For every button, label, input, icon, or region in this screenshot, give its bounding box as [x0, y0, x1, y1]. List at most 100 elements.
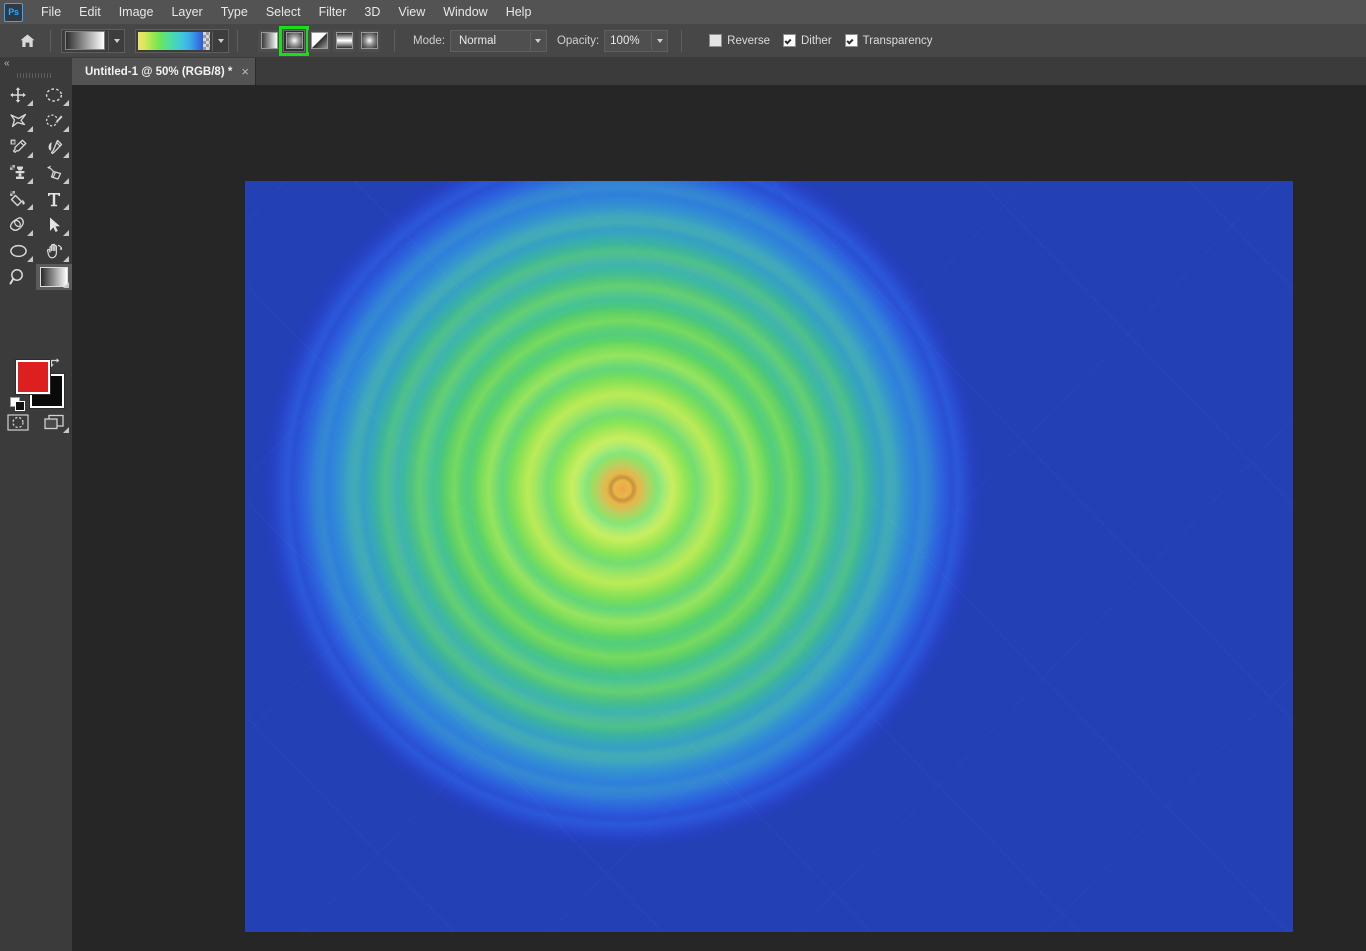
- photoshop-logo-icon: Ps: [4, 3, 23, 22]
- menu-item-view[interactable]: View: [389, 0, 434, 24]
- dither-label: Dither: [801, 35, 832, 47]
- options-bar: Mode: Normal Opacity: 100% Reverse Dithe…: [0, 24, 1366, 58]
- menu-item-help[interactable]: Help: [497, 0, 541, 24]
- home-button[interactable]: [12, 28, 42, 54]
- gradient-preset-picker[interactable]: [135, 29, 229, 53]
- tools-list: [0, 82, 72, 290]
- opacity-field[interactable]: 100%: [604, 30, 668, 52]
- tool-flyout-indicator: [27, 204, 33, 210]
- clone-stamp-tool-button[interactable]: [0, 160, 36, 186]
- checkbox-box: [783, 34, 796, 47]
- tools-panel: «: [0, 57, 73, 951]
- pen-tool-button[interactable]: [0, 212, 36, 238]
- eyedropper-tool-button[interactable]: [0, 134, 36, 160]
- opacity-value[interactable]: 100%: [605, 35, 644, 47]
- tool-flyout-indicator: [63, 256, 69, 262]
- move-tool-button[interactable]: [0, 82, 36, 108]
- zoom-tool-button[interactable]: [0, 264, 36, 290]
- quick-selection-tool-button[interactable]: [36, 108, 72, 134]
- spot-healing-brush-tool-button[interactable]: [36, 134, 72, 160]
- elliptical-marquee-tool-button[interactable]: [36, 82, 72, 108]
- quick-mask-button[interactable]: [0, 409, 36, 435]
- diamond-gradient-button[interactable]: [358, 30, 380, 52]
- ellipse-tool-icon: [9, 243, 28, 259]
- dither-checkbox[interactable]: Dither: [783, 34, 832, 47]
- quick-mask-icon: [7, 414, 29, 431]
- tool-row: [0, 134, 72, 160]
- menu-item-edit[interactable]: Edit: [70, 0, 110, 24]
- gradient-tool-button[interactable]: [36, 264, 72, 290]
- menu-item-filter[interactable]: Filter: [310, 0, 356, 24]
- ellipse-tool-button[interactable]: [0, 238, 36, 264]
- menu-item-file[interactable]: File: [32, 0, 70, 24]
- tool-row: [0, 212, 72, 238]
- menu-item-3d[interactable]: 3D: [355, 0, 389, 24]
- tool-row: [0, 186, 72, 212]
- tool-row: [0, 238, 72, 264]
- collapse-panel-button[interactable]: «: [4, 58, 9, 69]
- document-canvas[interactable]: [245, 181, 1293, 932]
- gradient-swatch-picker[interactable]: [61, 29, 125, 53]
- menu-item-select[interactable]: Select: [257, 0, 310, 24]
- menu-item-window[interactable]: Window: [434, 0, 496, 24]
- blend-mode-select[interactable]: Normal: [450, 30, 547, 52]
- swap-colors-icon: [48, 357, 62, 370]
- canvas-work-area[interactable]: [72, 85, 1366, 951]
- screen-mode-button[interactable]: [36, 409, 72, 435]
- home-icon: [19, 33, 36, 49]
- tool-flyout-indicator: [63, 126, 69, 132]
- swap-colors-button[interactable]: [48, 357, 62, 370]
- reflected-gradient-button[interactable]: [333, 30, 355, 52]
- eyedropper-tool-icon: [9, 138, 28, 156]
- foreground-color-swatch[interactable]: [16, 360, 50, 394]
- options-divider-3: [394, 30, 395, 52]
- default-colors-button[interactable]: [10, 395, 25, 410]
- eraser-tool-icon: [45, 164, 64, 182]
- photoshop-window: Ps File Edit Image Layer Type Select Fil…: [0, 0, 1366, 951]
- tools-bottom-group: [0, 409, 72, 435]
- quick-selection-tool-icon: [45, 112, 64, 130]
- linear-gradient-icon: [261, 32, 278, 49]
- options-divider-2: [237, 30, 238, 52]
- reflected-gradient-icon: [336, 32, 353, 49]
- chevron-down-icon: [535, 39, 541, 43]
- eraser-tool-button[interactable]: [36, 160, 72, 186]
- angle-gradient-icon: [311, 32, 328, 49]
- screen-mode-icon: [43, 414, 65, 431]
- hand-tool-button[interactable]: [36, 238, 72, 264]
- tool-flyout-indicator: [63, 100, 69, 106]
- type-tool-button[interactable]: [36, 186, 72, 212]
- menu-item-image[interactable]: Image: [110, 0, 163, 24]
- radial-gradient-button[interactable]: [283, 30, 305, 52]
- tools-panel-drag-handle[interactable]: [17, 73, 53, 78]
- checkbox-box: [709, 34, 722, 47]
- reverse-checkbox[interactable]: Reverse: [709, 34, 770, 47]
- reverse-label: Reverse: [727, 35, 770, 47]
- chevron-down-icon: [657, 39, 663, 43]
- menu-item-layer[interactable]: Layer: [162, 0, 211, 24]
- transparency-checkbox[interactable]: Transparency: [845, 34, 933, 47]
- checkbox-box: [845, 34, 858, 47]
- tool-flyout-indicator: [63, 230, 69, 236]
- path-selection-tool-button[interactable]: [36, 212, 72, 238]
- lasso-tool-icon: [9, 112, 28, 130]
- paint-bucket-tool-button[interactable]: [0, 186, 36, 212]
- blend-mode-dropdown-button[interactable]: [530, 32, 546, 50]
- gradient-swatch-dropdown-button[interactable]: [108, 31, 124, 51]
- close-icon[interactable]: ×: [241, 65, 249, 78]
- radial-gradient-artwork: [245, 181, 1293, 932]
- mode-label: Mode:: [413, 35, 445, 47]
- tool-flyout-indicator: [63, 427, 69, 433]
- document-tab[interactable]: Untitled-1 @ 50% (RGB/8) * ×: [72, 58, 256, 85]
- linear-gradient-button[interactable]: [258, 30, 280, 52]
- gradient-swatch[interactable]: [65, 31, 105, 50]
- angle-gradient-button[interactable]: [308, 30, 330, 52]
- menu-item-type[interactable]: Type: [212, 0, 257, 24]
- gradient-preset-strip[interactable]: [138, 32, 210, 50]
- options-checkbox-group: Reverse Dither Transparency: [696, 34, 932, 47]
- menu-bar: Ps File Edit Image Layer Type Select Fil…: [0, 0, 1366, 24]
- opacity-dropdown-button[interactable]: [651, 32, 667, 50]
- gradient-preset-dropdown-button[interactable]: [212, 31, 228, 51]
- lasso-tool-button[interactable]: [0, 108, 36, 134]
- pen-tool-icon: [9, 216, 28, 234]
